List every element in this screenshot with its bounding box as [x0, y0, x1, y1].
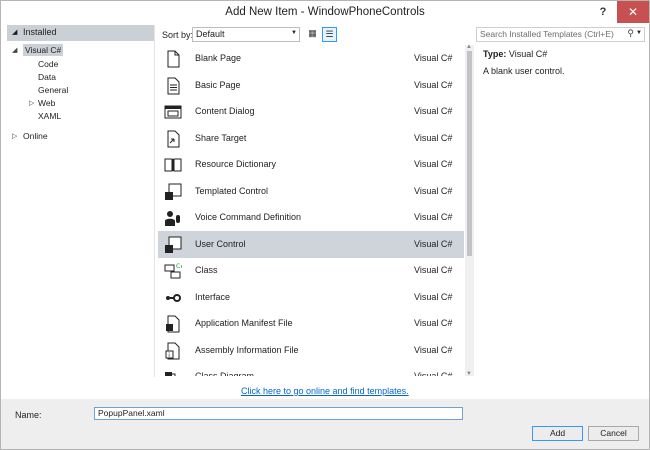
template-name: Content Dialog	[195, 106, 255, 116]
template-row[interactable]: C# Class Visual C#	[158, 257, 464, 284]
template-row[interactable]: Interface Visual C#	[158, 284, 464, 311]
template-name: Resource Dictionary	[195, 159, 277, 169]
templated-control-icon	[164, 183, 182, 201]
tree-item-code[interactable]: Code	[38, 59, 58, 69]
name-label: Name:	[15, 410, 42, 420]
chevron-down-icon[interactable]: ▼	[636, 30, 642, 36]
template-language: Visual C#	[414, 106, 453, 116]
search-icon[interactable]: ⚲	[627, 28, 634, 39]
class-icon: C#	[164, 262, 185, 280]
svg-text:C#: C#	[176, 263, 182, 270]
tree-item-visual-csharp[interactable]: Visual C#	[23, 44, 64, 56]
template-language: Visual C#	[414, 291, 453, 302]
tree-item-general[interactable]: General	[38, 85, 68, 95]
user-control-icon	[164, 236, 182, 254]
template-row[interactable]: Application Manifest File Visual C#	[158, 310, 464, 337]
list-view-icon[interactable]: ☰	[322, 27, 337, 42]
template-language: Visual C#	[414, 318, 453, 328]
template-name: Class	[195, 265, 218, 275]
collapse-arrow-icon[interactable]: ▷	[29, 99, 34, 107]
cancel-button[interactable]: Cancel	[588, 426, 639, 441]
template-row[interactable]: User Control Visual C#	[158, 230, 464, 258]
template-row[interactable]: Voice Command Definition Visual C#	[158, 204, 464, 231]
template-tree: ◢ Installed ◢ Visual C# Code Data Genera…	[7, 25, 155, 377]
template-language: Visual C#	[414, 238, 453, 249]
template-name: Blank Page	[195, 53, 242, 63]
template-row[interactable]: Templated Control Visual C#	[158, 178, 464, 205]
template-list: Blank Page Visual C# Basic Page Visual C# Co…	[158, 45, 464, 376]
assembly-info-icon: i	[164, 342, 182, 360]
blank-page-icon	[164, 50, 182, 68]
template-row[interactable]: Basic Page Visual C#	[158, 72, 464, 99]
chevron-down-icon: ▼	[291, 30, 297, 36]
template-language: Visual C#	[414, 344, 453, 355]
template-language: Visual C#	[414, 159, 453, 169]
tree-online[interactable]: Online	[23, 131, 48, 141]
template-name: Class Diagram	[195, 371, 255, 376]
manifest-icon	[164, 315, 182, 333]
online-templates-link[interactable]: Click here to go online and find templat…	[241, 386, 409, 396]
voice-command-icon	[164, 209, 182, 227]
template-name: Basic Page	[195, 79, 241, 90]
template-name: Templated Control	[195, 185, 269, 196]
template-name: Application Manifest File	[195, 318, 293, 328]
template-row[interactable]: Content Dialog Visual C#	[158, 98, 464, 125]
content-dialog-icon	[164, 103, 182, 121]
sort-select[interactable]: Default ▼	[192, 27, 300, 42]
tree-item-data[interactable]: Data	[38, 72, 56, 82]
template-language: Visual C#	[414, 53, 453, 63]
search-input[interactable]: Search Installed Templates (Ctrl+E) ⚲ ▼	[476, 27, 645, 42]
name-input[interactable]: PopupPanel.xaml	[94, 407, 463, 420]
template-row[interactable]: Resource Dictionary Visual C#	[158, 151, 464, 178]
template-row[interactable]: Share Target Visual C#	[158, 125, 464, 152]
add-button[interactable]: Add	[532, 426, 583, 441]
template-row[interactable]: Class Diagram Visual C#	[158, 363, 464, 376]
tree-installed[interactable]: ◢ Installed	[7, 25, 154, 41]
resource-dictionary-icon	[164, 156, 182, 174]
title-bar: Add New Item - WindowPhoneControls ? ✕	[1, 1, 649, 25]
template-row[interactable]: i Assembly Information File Visual C#	[158, 337, 464, 364]
expand-arrow-icon[interactable]: ◢	[12, 46, 17, 54]
template-list-scrollbar[interactable]: ▲ ▼	[465, 44, 474, 377]
template-name: Share Target	[195, 132, 247, 143]
tree-item-xaml[interactable]: XAML	[38, 111, 61, 121]
sort-by-label: Sort by:	[162, 30, 194, 40]
sort-toolbar: Sort by: Default ▼ ▦ ☰	[158, 27, 474, 43]
basic-page-icon	[164, 77, 182, 95]
collapse-arrow-icon[interactable]: ▷	[12, 132, 17, 140]
template-name: Interface	[195, 291, 231, 302]
interface-icon	[164, 289, 182, 307]
template-type: Type: Visual C#	[483, 49, 548, 59]
template-language: Visual C#	[414, 212, 453, 222]
grid-view-icon[interactable]: ▦	[306, 27, 319, 40]
template-language: Visual C#	[414, 185, 453, 196]
scroll-thumb[interactable]	[467, 51, 472, 256]
scroll-down-icon[interactable]: ▼	[466, 371, 472, 377]
template-language: Visual C#	[414, 371, 453, 376]
close-button[interactable]: ✕	[617, 1, 649, 23]
add-new-item-dialog: Add New Item - WindowPhoneControls ? ✕ ◢…	[0, 0, 650, 450]
template-language: Visual C#	[414, 79, 453, 90]
window-title: Add New Item - WindowPhoneControls	[225, 6, 425, 18]
class-diagram-icon	[164, 368, 182, 376]
template-name: Assembly Information File	[195, 344, 299, 355]
help-button[interactable]: ?	[591, 1, 615, 23]
template-language: Visual C#	[414, 132, 453, 143]
template-language: Visual C#	[414, 265, 453, 275]
template-row[interactable]: Blank Page Visual C#	[158, 45, 464, 72]
share-target-icon	[164, 130, 182, 148]
scroll-up-icon[interactable]: ▲	[466, 44, 472, 50]
template-description: A blank user control.	[483, 66, 565, 76]
tree-item-web[interactable]: Web	[38, 98, 55, 108]
expand-arrow-icon[interactable]: ◢	[12, 28, 17, 36]
template-name: User Control	[195, 238, 246, 249]
template-name: Voice Command Definition	[195, 212, 302, 222]
